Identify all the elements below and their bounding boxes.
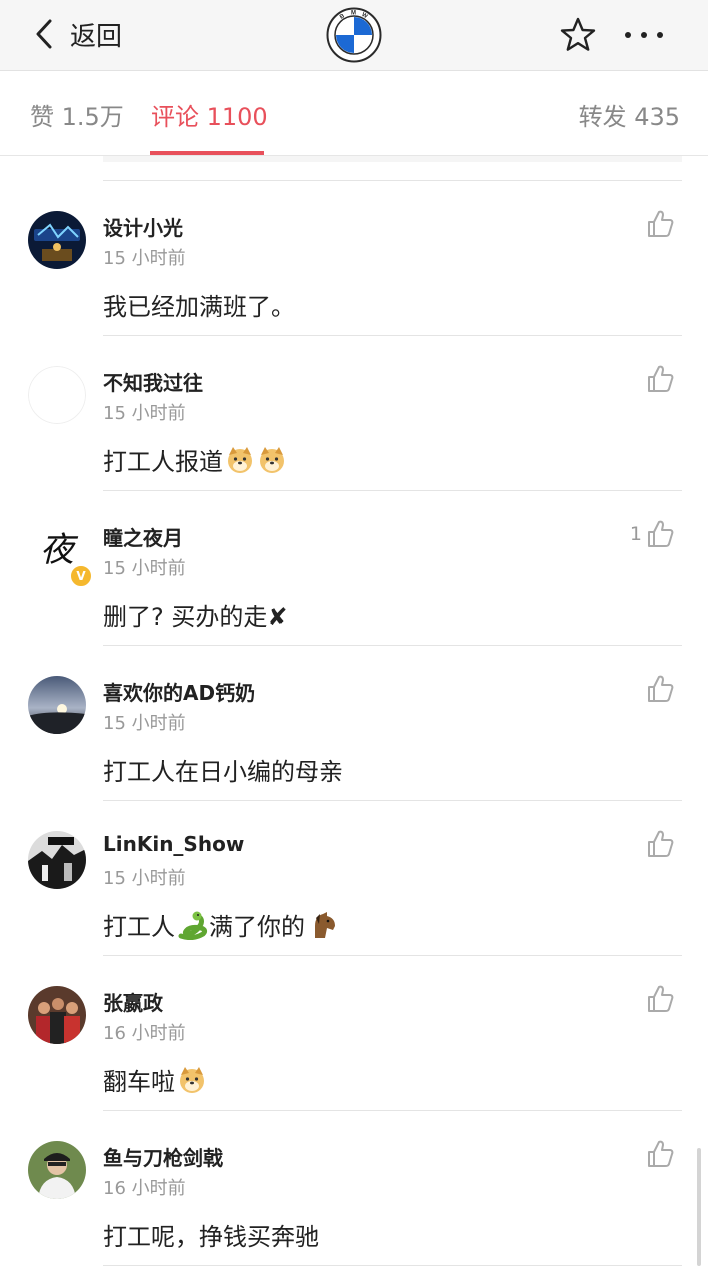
like-button[interactable] xyxy=(642,1139,674,1169)
comment-item: 张嬴政 16 小时前 翻车啦 xyxy=(0,956,708,1111)
thumbs-up-icon xyxy=(648,830,674,857)
horse-emoji xyxy=(315,911,335,938)
comment-timestamp: 15 小时前 xyxy=(103,868,186,889)
bmw-logo: B M W xyxy=(326,7,382,63)
comment-text-part: 满了你的 xyxy=(209,913,305,941)
thumbs-up-icon xyxy=(648,365,674,392)
avatar[interactable] xyxy=(28,986,86,1044)
comment-text: 打工呢，挣钱买奔驰 xyxy=(103,1223,319,1251)
comment-username[interactable]: LinKin_Show xyxy=(103,832,244,856)
verified-badge: V xyxy=(69,564,93,588)
comment-username[interactable]: 鱼与刀枪剑戟 xyxy=(103,1142,223,1171)
comment-username[interactable]: 瞳之夜月 xyxy=(103,522,183,551)
logo-letter-m: M xyxy=(351,11,356,17)
top-navigation-bar: 返回 B M W xyxy=(0,0,708,71)
comment-item: 喜欢你的AD钙奶 15 小时前 打工人在日小编的母亲 xyxy=(0,646,708,801)
favorite-star-icon[interactable] xyxy=(559,16,597,54)
like-button[interactable] xyxy=(642,209,674,239)
comment-timestamp: 15 小时前 xyxy=(103,558,186,579)
doge-emoji xyxy=(180,1066,204,1093)
comment-username[interactable]: 设计小光 xyxy=(103,212,183,241)
comment-text: 删了? 买办的走✘ xyxy=(103,603,288,631)
like-button[interactable] xyxy=(642,674,674,704)
divider xyxy=(103,1265,682,1266)
comment-body: 翻车啦 xyxy=(103,1062,207,1097)
avatar[interactable] xyxy=(28,211,86,269)
comment-text: 打工人在日小编的母亲 xyxy=(103,758,343,786)
thumbs-up-icon xyxy=(648,985,674,1012)
thumbs-up-icon xyxy=(648,210,674,237)
back-label: 返回 xyxy=(70,21,123,52)
avatar-calligraphy-glyph: 夜 xyxy=(40,530,79,570)
comment-timestamp: 15 小时前 xyxy=(103,403,186,424)
comment-body: 打工人 满了你的 xyxy=(103,907,339,942)
tab-likes[interactable]: 赞 1.5万 xyxy=(30,97,124,132)
like-button[interactable] xyxy=(642,364,674,394)
avatar[interactable] xyxy=(28,1141,86,1199)
back-button[interactable]: 返回 xyxy=(30,12,122,56)
like-count: 1 xyxy=(629,523,642,545)
comment-text-part: 打工人 xyxy=(103,913,175,941)
doge-emoji xyxy=(228,446,252,473)
comment-username[interactable]: 不知我过往 xyxy=(103,367,203,396)
comment-item: 夜 V 瞳之夜月 15 小时前 删了? 买办的走✘ 1 xyxy=(0,491,708,646)
comment-timestamp: 15 小时前 xyxy=(103,248,186,269)
comment-timestamp: 16 小时前 xyxy=(103,1023,186,1044)
comment-item: LinKin_Show 15 小时前 打工人 满了你的 xyxy=(0,801,708,956)
comment-username[interactable]: 喜欢你的AD钙奶 xyxy=(103,677,255,706)
like-button[interactable]: 1 xyxy=(630,519,674,549)
tab-comments[interactable]: 评论 1100 xyxy=(151,97,268,132)
scrollbar[interactable] xyxy=(697,1148,701,1266)
more-options-icon[interactable] xyxy=(622,28,666,42)
comment-text: 打工人报道 xyxy=(103,448,223,476)
snake-emoji xyxy=(178,911,208,940)
comment-username[interactable]: 张嬴政 xyxy=(103,987,163,1016)
comment-item: 不知我过往 15 小时前 打工人报道 xyxy=(0,336,708,491)
chevron-left-icon xyxy=(36,19,52,49)
tab-reposts[interactable]: 转发 435 xyxy=(579,97,680,132)
thumbs-up-icon xyxy=(648,1140,674,1167)
comment-item: 鱼与刀枪剑戟 16 小时前 打工呢，挣钱买奔驰 xyxy=(0,1111,708,1266)
like-button[interactable] xyxy=(642,984,674,1014)
thumbs-up-icon xyxy=(648,675,674,702)
thumbs-up-icon xyxy=(648,520,674,547)
comment-body: 打工人报道 xyxy=(103,442,287,477)
comment-item: 设计小光 15 小时前 我已经加满班了。 xyxy=(0,181,708,336)
avatar[interactable] xyxy=(28,676,86,734)
avatar[interactable] xyxy=(28,831,86,889)
comment-text: 我已经加满班了。 xyxy=(103,293,295,321)
comment-text: 翻车啦 xyxy=(103,1068,175,1096)
active-tab-indicator xyxy=(150,151,264,155)
doge-emoji xyxy=(260,446,284,473)
comment-timestamp: 16 小时前 xyxy=(103,1178,186,1199)
list-top-strip xyxy=(103,156,682,162)
comment-timestamp: 15 小时前 xyxy=(103,713,186,734)
interaction-tabs: 赞 1.5万 评论 1100 转发 435 xyxy=(0,71,708,156)
avatar[interactable] xyxy=(28,366,86,424)
like-button[interactable] xyxy=(642,829,674,859)
